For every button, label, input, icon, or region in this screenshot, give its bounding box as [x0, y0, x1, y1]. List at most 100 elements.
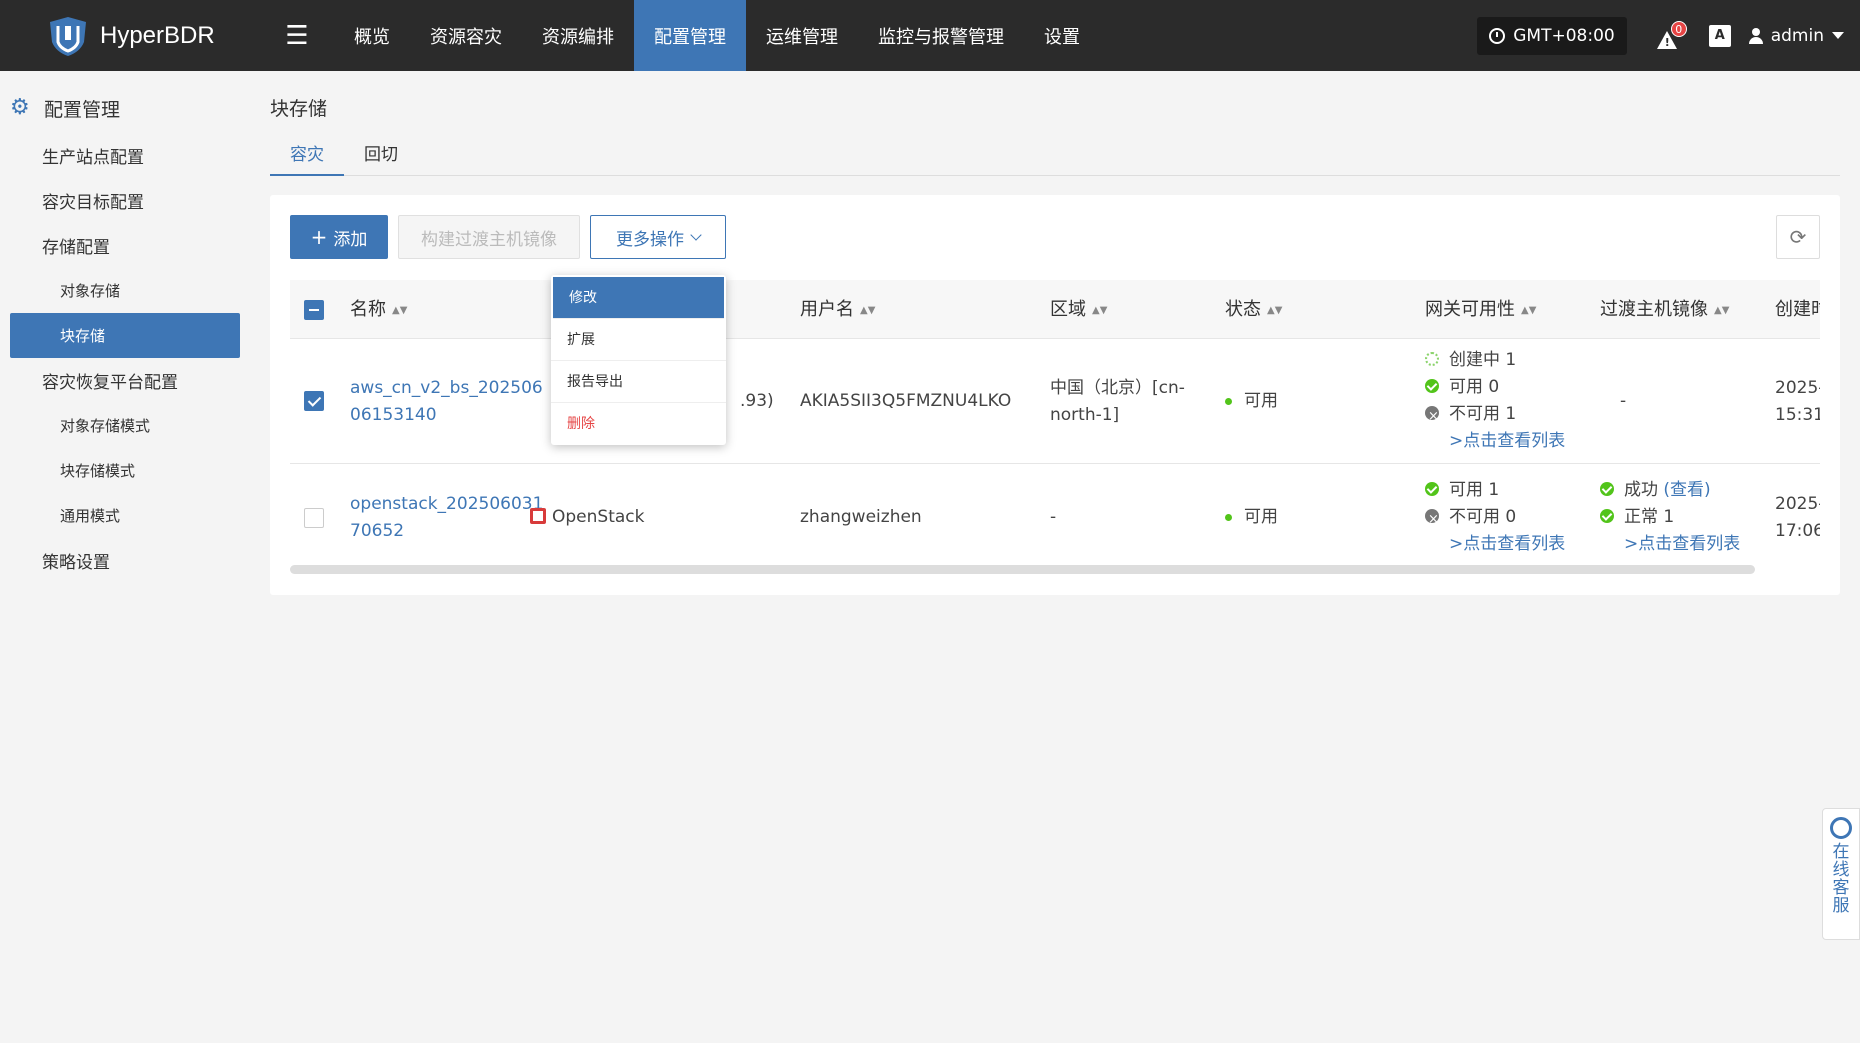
- more-actions-button[interactable]: 更多操作: [590, 215, 726, 259]
- user-menu[interactable]: admin: [1748, 26, 1844, 46]
- add-button-label: 添加: [333, 229, 368, 250]
- top-bar: HyperBDR ☰ 概览 资源容灾 资源编排 配置管理 运维管理 监控与报警管…: [0, 0, 1860, 71]
- gear-icon: ⚙: [10, 95, 30, 120]
- row-transition-image: -: [1620, 391, 1627, 411]
- image-view-link[interactable]: (查看): [1663, 480, 1710, 500]
- region-line: north-1]: [1050, 405, 1120, 425]
- nav-settings[interactable]: 设置: [1024, 0, 1100, 71]
- column-label: 网关可用性: [1425, 299, 1515, 320]
- column-label: 状态: [1225, 299, 1261, 320]
- column-label: 过渡主机镜像: [1600, 299, 1708, 320]
- image-list-link[interactable]: >点击查看列表: [1600, 531, 1740, 558]
- logo-shield-icon: [50, 16, 86, 56]
- page-title: 块存储: [270, 98, 328, 120]
- column-header-gateway[interactable]: 网关可用性 ▲▼: [1425, 280, 1536, 339]
- refresh-icon: ⟳: [1789, 225, 1807, 249]
- menu-toggle-icon[interactable]: ☰: [270, 21, 324, 51]
- logo[interactable]: HyperBDR: [46, 14, 256, 58]
- nav-orchestration[interactable]: 资源编排: [522, 0, 634, 71]
- headset-icon: [1830, 817, 1852, 839]
- sidebar-item-production-site[interactable]: 生产站点配置: [0, 133, 245, 178]
- row-gateway: 创建中 1 可用 0 不可用 1 >点击查看列表: [1425, 347, 1565, 455]
- select-all-checkbox[interactable]: [304, 300, 324, 320]
- loading-icon: [1425, 352, 1439, 366]
- sidebar-item-block-storage-mode[interactable]: 块存储模式: [0, 448, 245, 493]
- nav-resource-dr[interactable]: 资源容灾: [410, 0, 522, 71]
- gateway-label: 不可用 0: [1449, 507, 1517, 527]
- table-row: aws_cn_v2_bs_202506 06153140 .93) AKIA5S…: [290, 339, 1820, 464]
- gateway-unavailable: 不可用 0: [1425, 504, 1565, 533]
- column-label: 用户名: [800, 299, 854, 320]
- sidebar-item-object-storage-mode[interactable]: 对象存储模式: [0, 403, 245, 448]
- row-transition-image: 成功 (查看) 正常 1 >点击查看列表: [1600, 477, 1740, 558]
- sidebar-item-dr-target[interactable]: 容灾目标配置: [0, 178, 245, 223]
- sidebar-item-policy-settings[interactable]: 策略设置: [0, 538, 245, 583]
- row-name-link[interactable]: aws_cn_v2_bs_202506 06153140: [350, 375, 543, 429]
- row-username: AKIA5SII3Q5FMZNU4LKO: [800, 391, 1012, 411]
- check-circle-icon: [1600, 482, 1614, 496]
- alerts-button[interactable]: ! 0: [1656, 20, 1687, 51]
- check-circle-icon: [1600, 509, 1614, 523]
- nav-overview[interactable]: 概览: [334, 0, 410, 71]
- nav-config-management[interactable]: 配置管理: [634, 0, 746, 71]
- gateway-label: 可用 0: [1449, 377, 1500, 397]
- timezone-button[interactable]: GMT+08:00: [1477, 16, 1627, 55]
- column-header-region[interactable]: 区域 ▲▼: [1050, 280, 1107, 339]
- nav-ops-management[interactable]: 运维管理: [746, 0, 858, 71]
- online-service-button[interactable]: 在线客服: [1822, 808, 1860, 940]
- row-created: 2025- 17:06:: [1775, 491, 1820, 545]
- column-header-status[interactable]: 状态 ▲▼: [1225, 280, 1282, 339]
- column-header-username[interactable]: 用户名 ▲▼: [800, 280, 875, 339]
- build-transition-image-button[interactable]: 构建过渡主机镜像: [398, 215, 580, 259]
- menu-item-expand[interactable]: 扩展: [551, 319, 726, 361]
- sidebar-title: 配置管理: [44, 98, 121, 121]
- status-dot-icon: [1225, 513, 1232, 521]
- status-label: 可用: [1244, 391, 1278, 411]
- sort-icon: ▲▼: [1521, 304, 1537, 316]
- row-name-link[interactable]: openstack_202506031 70652: [350, 491, 543, 545]
- row-region: 中国（北京）[cn- north-1]: [1050, 375, 1185, 429]
- alert-mark: !: [1664, 35, 1670, 49]
- sidebar-item-general-mode[interactable]: 通用模式: [0, 493, 245, 538]
- column-header-name[interactable]: 名称 ▲▼: [350, 280, 407, 339]
- refresh-button[interactable]: ⟳: [1776, 215, 1820, 259]
- menu-item-delete[interactable]: 删除: [551, 403, 726, 445]
- plus-icon: +: [310, 225, 328, 249]
- sidebar-item-storage-config[interactable]: 存储配置: [0, 223, 245, 268]
- sidebar-item-object-storage[interactable]: 对象存储: [0, 268, 245, 313]
- row-status: 可用: [1225, 388, 1278, 415]
- image-normal-label: 正常 1: [1624, 507, 1675, 527]
- tab-disaster-recovery[interactable]: 容灾: [270, 140, 344, 176]
- gateway-unavailable: 不可用 1: [1425, 401, 1565, 430]
- sort-icon: ▲▼: [392, 304, 408, 316]
- row-checkbox[interactable]: [304, 508, 324, 528]
- row-platform: .93): [740, 391, 774, 411]
- gateway-list-link[interactable]: >点击查看列表: [1425, 428, 1565, 455]
- column-label: 名称: [350, 299, 386, 320]
- tab-failback[interactable]: 回切: [344, 140, 418, 176]
- nav-monitoring-alerts[interactable]: 监控与报警管理: [858, 0, 1024, 71]
- menu-item-export-report[interactable]: 报告导出: [551, 361, 726, 403]
- menu-item-edit[interactable]: 修改: [553, 277, 724, 319]
- sidebar: ⚙ 配置管理 生产站点配置 容灾目标配置 存储配置 对象存储 块存储 容灾恢复平…: [0, 71, 245, 1043]
- sidebar-item-dr-platform-config[interactable]: 容灾恢复平台配置: [0, 358, 245, 403]
- gateway-list-link[interactable]: >点击查看列表: [1425, 531, 1565, 558]
- created-line: 2025-: [1775, 378, 1820, 398]
- sidebar-item-block-storage[interactable]: 块存储: [10, 313, 240, 358]
- chevron-down-icon: [690, 229, 702, 241]
- row-username: zhangweizhen: [800, 507, 922, 527]
- row-platform: OpenStack: [530, 504, 644, 531]
- gateway-label: 不可用 1: [1449, 404, 1517, 424]
- row-checkbox[interactable]: [304, 391, 324, 411]
- main-panel: + 添加 构建过渡主机镜像 更多操作 ⟳ 名称 ▲▼ 用户名 ▲▼ 区域 ▲▼ 状态 ▲…: [270, 195, 1840, 595]
- name-line: aws_cn_v2_bs_202506: [350, 378, 543, 398]
- check-circle-icon: [1425, 482, 1439, 496]
- column-header-transition-image[interactable]: 过渡主机镜像 ▲▼: [1600, 280, 1729, 339]
- gateway-label: 创建中 1: [1449, 350, 1517, 370]
- add-button[interactable]: + 添加: [290, 215, 388, 259]
- language-icon[interactable]: A: [1708, 24, 1731, 47]
- sort-icon: ▲▼: [1092, 304, 1108, 316]
- horizontal-scrollbar[interactable]: [290, 565, 1755, 574]
- column-header-created[interactable]: 创建时: [1775, 280, 1820, 339]
- gateway-available: 可用 0: [1425, 374, 1565, 401]
